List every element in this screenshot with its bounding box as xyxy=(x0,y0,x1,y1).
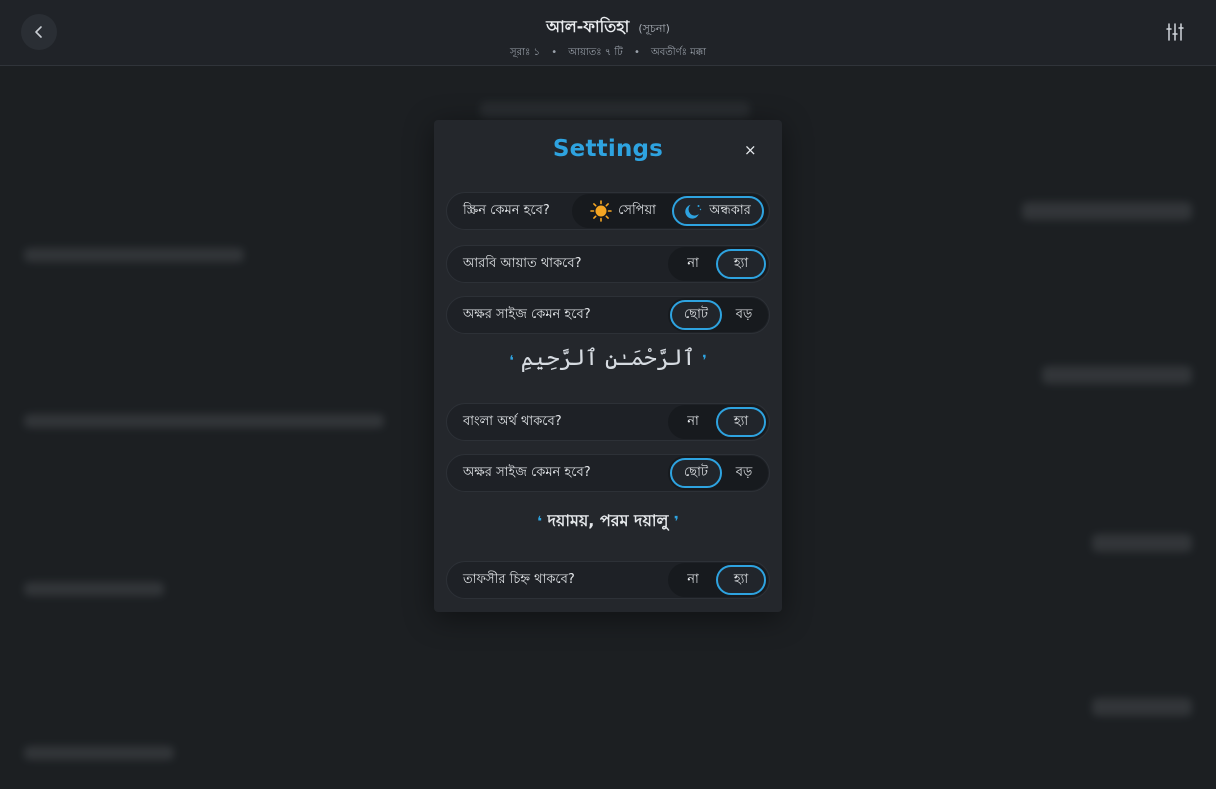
ornament-icon: ❛ xyxy=(509,353,514,369)
surah-number: সূরাঃ ১ xyxy=(509,47,540,58)
arabic-ayat-label: আরবি আয়াত থাকবে? xyxy=(463,256,582,271)
bangla-meaning-row: বাংলা অর্থ থাকবে? না হ্যা xyxy=(446,403,770,441)
arabic-preview: ❛ ٱلرَّحْمَـٰنِ ٱلرَّحِيمِ ❜ xyxy=(434,346,782,371)
meta-separator: • xyxy=(633,47,640,58)
sliders-icon xyxy=(1166,23,1184,41)
tafsir-mark-yes[interactable]: হ্যা xyxy=(716,565,766,595)
ornament-icon: ❜ xyxy=(702,353,707,369)
sepia-label: সেপিয়া xyxy=(618,202,656,218)
surah-title: আল-ফাতিহা xyxy=(546,17,630,36)
arabic-ayat-no[interactable]: না xyxy=(670,249,716,279)
bangla-meaning-yes[interactable]: হ্যা xyxy=(716,407,766,437)
revelation-place: অবতীর্ণঃ মক্কা xyxy=(651,47,706,58)
arabic-preview-text: ٱلرَّحْمَـٰنِ ٱلرَّحِيمِ xyxy=(520,346,696,371)
screen-theme-row: স্ক্রিন কেমন হবে? সেপিয়া অন্ধকার xyxy=(446,192,770,230)
bangla-size-large[interactable]: বড় xyxy=(722,458,766,488)
dark-option[interactable]: অন্ধকার xyxy=(672,196,764,226)
arabic-font-size-row: অক্ষর সাইজ কেমন হবে? ছোট বড় xyxy=(446,296,770,334)
arabic-font-size-toggle: ছোট বড় xyxy=(668,298,768,332)
tafsir-mark-no[interactable]: না xyxy=(670,565,716,595)
bangla-font-size-row: অক্ষর সাইজ কেমন হবে? ছোট বড় xyxy=(446,454,770,492)
screen-theme-label: স্ক্রিন কেমন হবে? xyxy=(463,203,550,218)
bangla-preview: ❛ দয়াময়, পরম দয়ালু ❜ xyxy=(434,508,782,535)
arabic-size-large[interactable]: বড় xyxy=(722,300,766,330)
screen-theme-toggle: সেপিয়া অন্ধকার xyxy=(572,194,768,228)
arabic-font-size-label: অক্ষর সাইজ কেমন হবে? xyxy=(463,307,591,322)
bangla-font-size-toggle: ছোট বড় xyxy=(668,456,768,490)
meta-separator: • xyxy=(551,47,558,58)
tafsir-mark-row: তাফসীর চিহ্ন থাকবে? না হ্যা xyxy=(446,561,770,599)
surah-meaning: (সূচনা) xyxy=(638,22,670,35)
moon-icon xyxy=(685,202,703,220)
ornament-icon: ❛ xyxy=(537,514,542,530)
modal-title: Settings xyxy=(552,136,664,162)
sun-icon xyxy=(590,200,612,222)
top-bar: আল-ফাতিহা (সূচনা) সূরাঃ ১ • আয়াতঃ ৭ টি … xyxy=(0,0,1216,66)
surah-meta: সূরাঃ ১ • আয়াতঃ ৭ টি • অবতীর্ণঃ মক্কা xyxy=(0,45,1216,62)
settings-modal: Settings × স্ক্রিন কেমন হবে? সেপিয়া অন্… xyxy=(434,120,782,612)
ornament-icon: ❜ xyxy=(674,514,679,530)
bangla-meaning-toggle: না হ্যা xyxy=(668,405,768,439)
bangla-size-small[interactable]: ছোট xyxy=(670,458,722,488)
tafsir-mark-toggle: না হ্যা xyxy=(668,563,768,597)
bangla-meaning-no[interactable]: না xyxy=(670,407,716,437)
bangla-meaning-label: বাংলা অর্থ থাকবে? xyxy=(463,414,562,429)
bangla-preview-text: দয়াময়, পরম দয়ালু xyxy=(547,511,669,530)
arabic-ayat-yes[interactable]: হ্যা xyxy=(716,249,766,279)
arabic-ayat-toggle: না হ্যা xyxy=(668,247,768,281)
settings-button[interactable] xyxy=(1164,21,1186,43)
tafsir-mark-label: তাফসীর চিহ্ন থাকবে? xyxy=(463,572,575,587)
surah-heading: আল-ফাতিহা (সূচনা) সূরাঃ ১ • আয়াতঃ ৭ টি … xyxy=(0,14,1216,62)
arabic-size-small[interactable]: ছোট xyxy=(670,300,722,330)
arabic-ayat-row: আরবি আয়াত থাকবে? না হ্যা xyxy=(446,245,770,283)
close-button[interactable]: × xyxy=(744,142,757,158)
bangla-font-size-label: অক্ষর সাইজ কেমন হবে? xyxy=(463,465,591,480)
sepia-option[interactable]: সেপিয়া xyxy=(574,196,672,226)
ayat-count: আয়াতঃ ৭ টি xyxy=(568,47,623,58)
dark-label: অন্ধকার xyxy=(709,202,751,218)
